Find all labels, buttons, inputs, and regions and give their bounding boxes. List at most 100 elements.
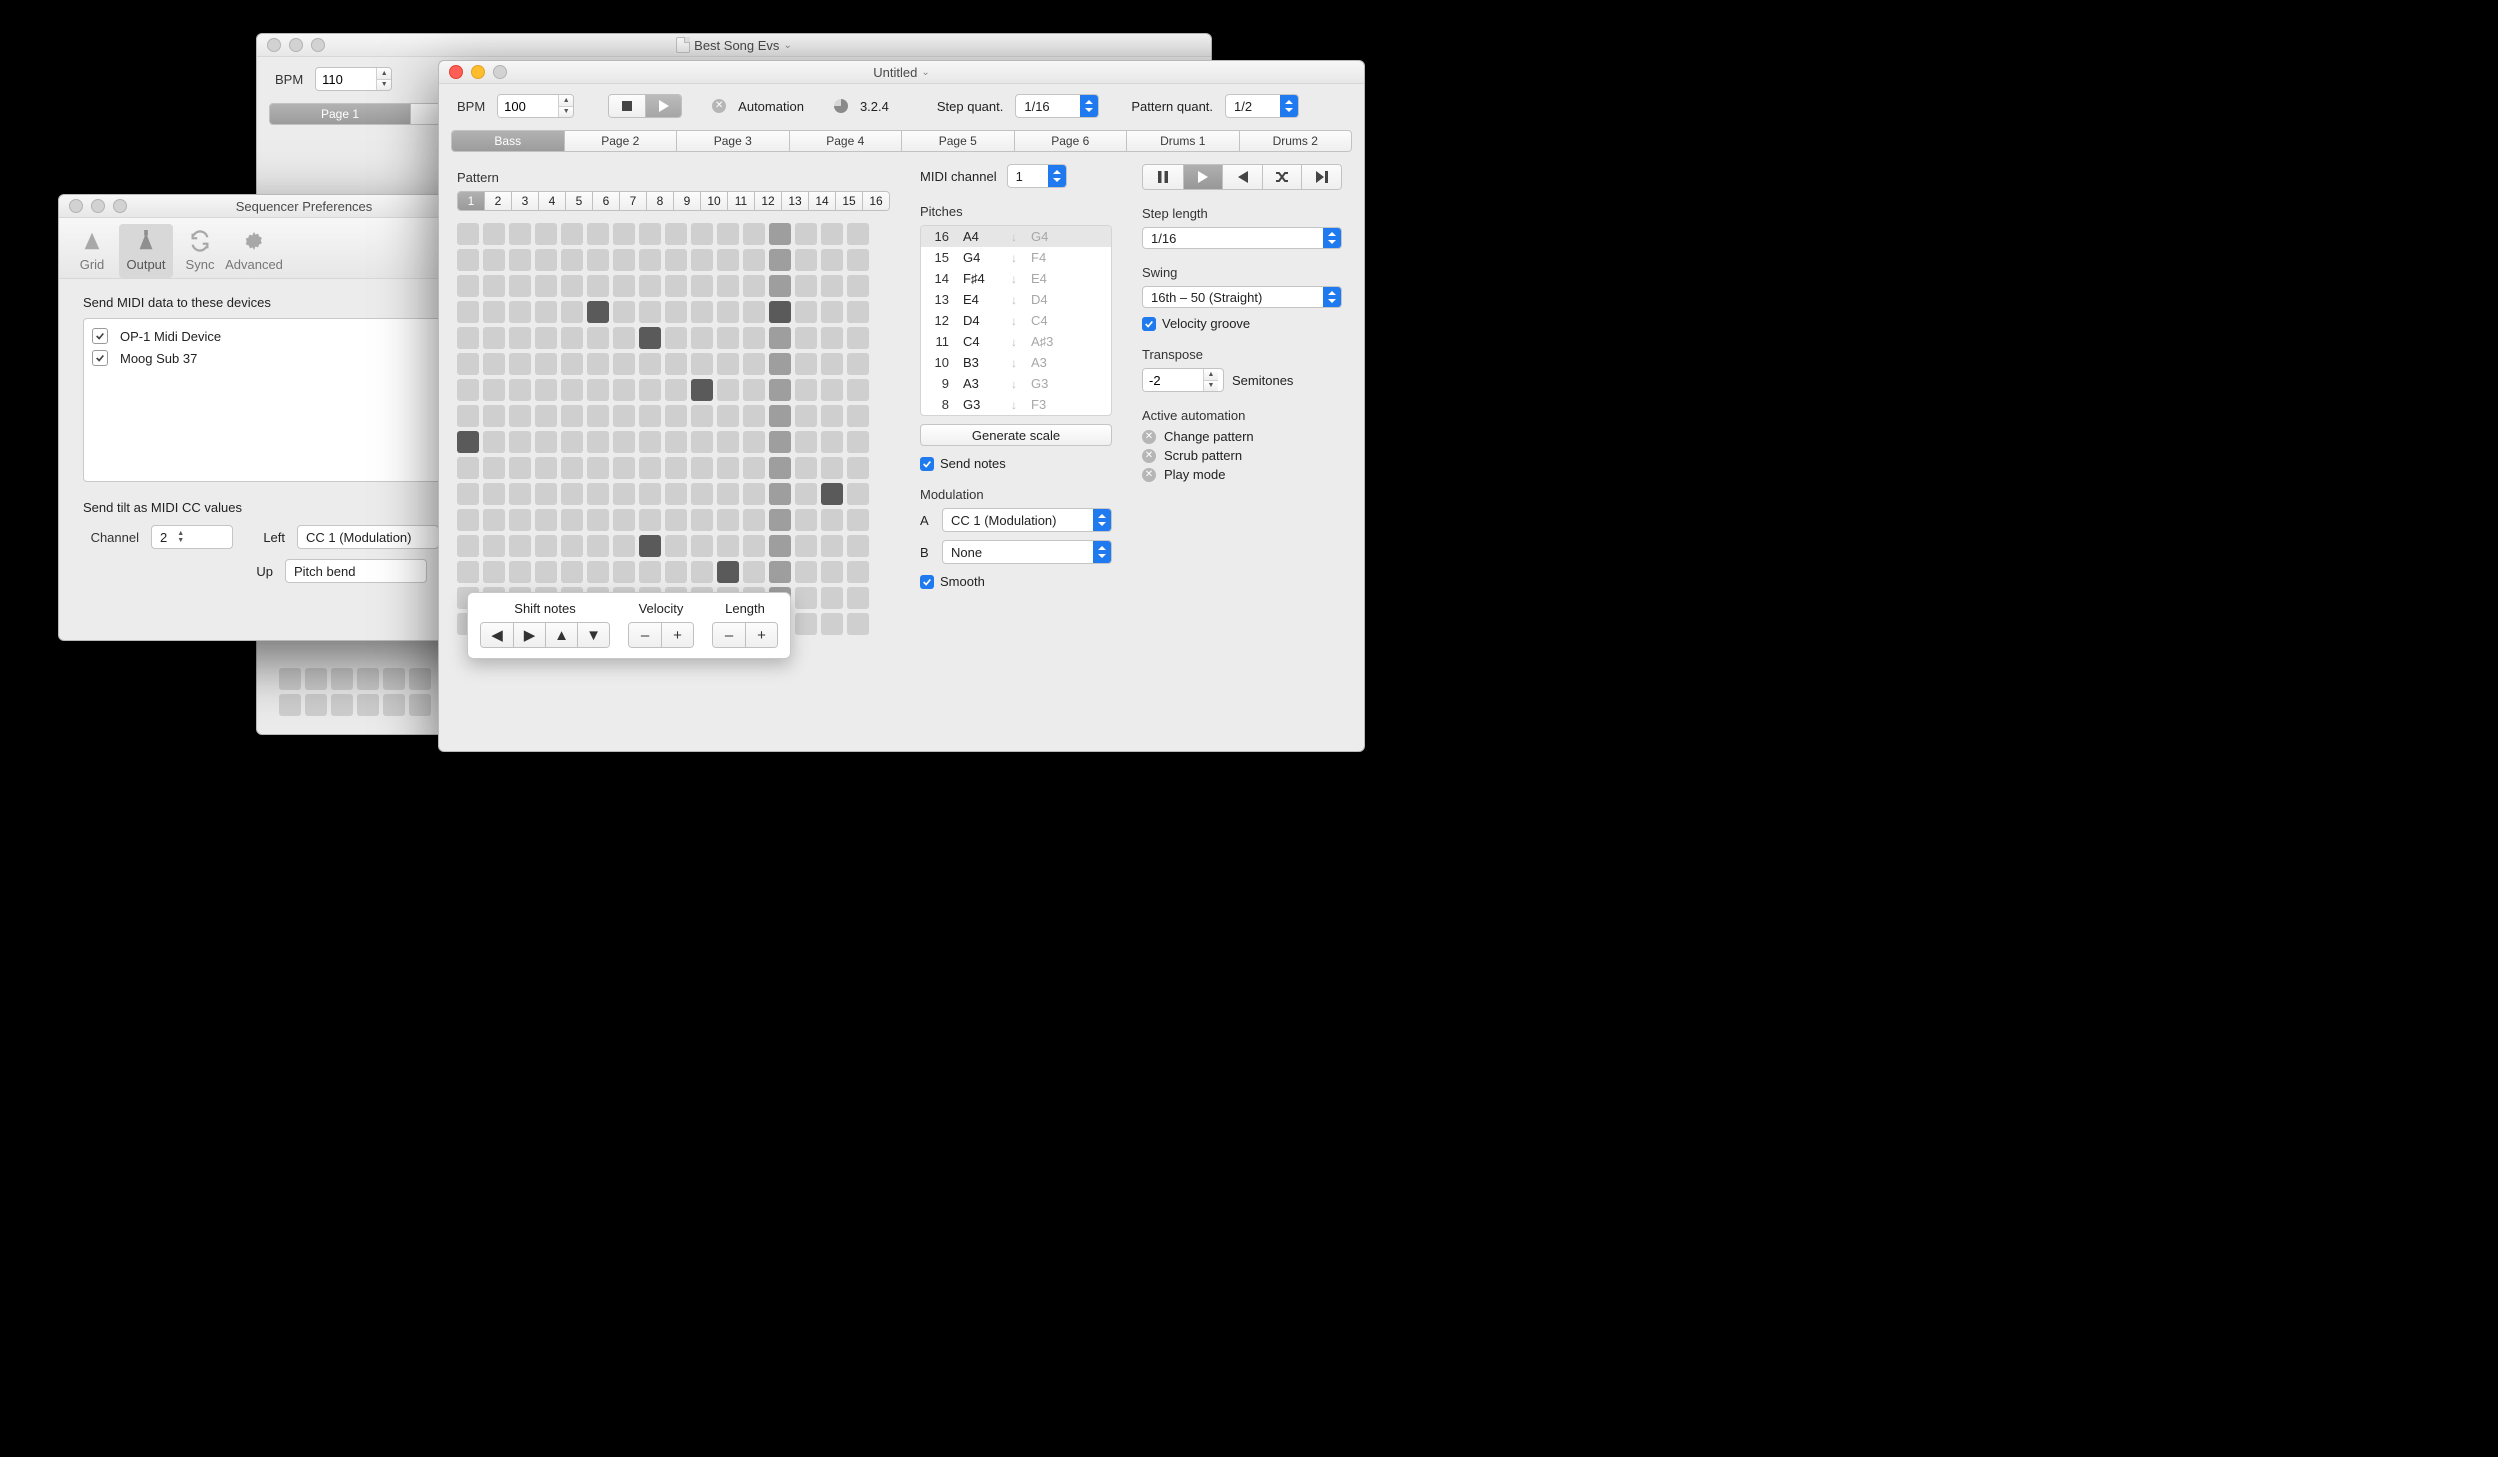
grid-cell[interactable] bbox=[769, 223, 791, 245]
grid-cell[interactable] bbox=[665, 483, 687, 505]
pitch-row[interactable]: 12D4↓C4 bbox=[921, 310, 1111, 331]
grid-cell[interactable] bbox=[587, 379, 609, 401]
pattern-num-8[interactable]: 8 bbox=[646, 192, 673, 210]
grid-cell[interactable] bbox=[457, 327, 479, 349]
generate-scale-button[interactable]: Generate scale bbox=[920, 424, 1112, 446]
remove-icon[interactable]: ✕ bbox=[1142, 468, 1156, 482]
checkbox[interactable] bbox=[92, 328, 108, 344]
pattern-num-5[interactable]: 5 bbox=[565, 192, 592, 210]
grid-cell[interactable] bbox=[665, 275, 687, 297]
grid-cell[interactable] bbox=[639, 301, 661, 323]
grid-cell[interactable] bbox=[795, 587, 817, 609]
grid-cell[interactable] bbox=[665, 561, 687, 583]
automation-item[interactable]: ✕Play mode bbox=[1142, 467, 1342, 482]
grid-cell[interactable] bbox=[509, 379, 531, 401]
grid-cell[interactable] bbox=[743, 535, 765, 557]
grid-cell[interactable] bbox=[561, 561, 583, 583]
grid-cell[interactable] bbox=[743, 483, 765, 505]
grid-cell[interactable] bbox=[847, 613, 869, 635]
grid-cell[interactable] bbox=[587, 535, 609, 557]
pause-button[interactable] bbox=[1143, 165, 1183, 189]
grid-cell[interactable] bbox=[769, 457, 791, 479]
grid-cell[interactable] bbox=[691, 275, 713, 297]
pattern-num-2[interactable]: 2 bbox=[484, 192, 511, 210]
mod-b-select[interactable]: None bbox=[942, 540, 1112, 564]
close-icon[interactable] bbox=[449, 65, 463, 79]
bpm-input[interactable]: ▲▼ bbox=[315, 67, 392, 91]
grid-cell[interactable] bbox=[509, 535, 531, 557]
grid-cell[interactable] bbox=[717, 509, 739, 531]
grid-cell[interactable] bbox=[457, 457, 479, 479]
pitch-row[interactable]: 9A3↓G3 bbox=[921, 373, 1111, 394]
play-button[interactable] bbox=[1183, 165, 1223, 189]
grid-cell[interactable] bbox=[613, 301, 635, 323]
grid-cell[interactable] bbox=[483, 561, 505, 583]
grid-cell[interactable] bbox=[795, 301, 817, 323]
grid-cell[interactable] bbox=[483, 483, 505, 505]
pattern-quant-select[interactable]: 1/2 bbox=[1225, 94, 1299, 118]
tab-page-5[interactable]: Page 5 bbox=[901, 131, 1014, 151]
shift-left-button[interactable]: ◀ bbox=[481, 623, 513, 647]
grid-cell[interactable] bbox=[847, 353, 869, 375]
stop-button[interactable] bbox=[609, 95, 645, 117]
grid-cell[interactable] bbox=[561, 275, 583, 297]
grid-cell[interactable] bbox=[691, 561, 713, 583]
grid-cell[interactable] bbox=[665, 379, 687, 401]
tab-grid[interactable]: Grid bbox=[65, 224, 119, 278]
grid-cell[interactable] bbox=[587, 405, 609, 427]
grid-cell[interactable] bbox=[665, 223, 687, 245]
grid-cell[interactable] bbox=[743, 431, 765, 453]
automation-item[interactable]: ✕Scrub pattern bbox=[1142, 448, 1342, 463]
tab-page-1[interactable]: Page 1 bbox=[270, 104, 410, 124]
grid-cell[interactable] bbox=[847, 509, 869, 531]
velocity-groove-checkbox[interactable]: Velocity groove bbox=[1142, 316, 1342, 331]
grid-cell[interactable] bbox=[743, 457, 765, 479]
pattern-num-9[interactable]: 9 bbox=[673, 192, 700, 210]
grid-cell[interactable] bbox=[795, 509, 817, 531]
grid-cell[interactable] bbox=[821, 457, 843, 479]
grid-cell[interactable] bbox=[665, 431, 687, 453]
pattern-num-11[interactable]: 11 bbox=[727, 192, 754, 210]
grid-cell[interactable] bbox=[587, 431, 609, 453]
grid-cell[interactable] bbox=[613, 483, 635, 505]
left-cc-select[interactable]: CC 1 (Modulation) bbox=[297, 525, 439, 549]
grid-cell[interactable] bbox=[743, 405, 765, 427]
pattern-num-12[interactable]: 12 bbox=[754, 192, 781, 210]
grid-cell[interactable] bbox=[665, 535, 687, 557]
bpm-input[interactable]: ▲▼ bbox=[497, 94, 574, 118]
grid-cell[interactable] bbox=[795, 379, 817, 401]
grid-cell[interactable] bbox=[821, 483, 843, 505]
grid-cell[interactable] bbox=[821, 561, 843, 583]
grid-cell[interactable] bbox=[639, 431, 661, 453]
grid-cell[interactable] bbox=[769, 353, 791, 375]
next-button[interactable] bbox=[1301, 165, 1341, 189]
close-icon[interactable] bbox=[69, 199, 83, 213]
grid-cell[interactable] bbox=[561, 327, 583, 349]
grid-cell[interactable] bbox=[613, 405, 635, 427]
grid-cell[interactable] bbox=[795, 223, 817, 245]
grid-cell[interactable] bbox=[535, 301, 557, 323]
grid-cell[interactable] bbox=[457, 249, 479, 271]
tab-advanced[interactable]: Advanced bbox=[227, 224, 281, 278]
tab-drums-2[interactable]: Drums 2 bbox=[1239, 131, 1352, 151]
grid-cell[interactable] bbox=[665, 405, 687, 427]
grid-cell[interactable] bbox=[717, 483, 739, 505]
grid-cell[interactable] bbox=[561, 223, 583, 245]
grid-cell[interactable] bbox=[587, 249, 609, 271]
checkbox[interactable] bbox=[92, 350, 108, 366]
prev-button[interactable] bbox=[1222, 165, 1262, 189]
length-plus-button[interactable]: + bbox=[745, 623, 777, 647]
grid-cell[interactable] bbox=[795, 405, 817, 427]
grid-cell[interactable] bbox=[743, 509, 765, 531]
grid-cell[interactable] bbox=[847, 431, 869, 453]
grid-cell[interactable] bbox=[769, 327, 791, 349]
grid-cell[interactable] bbox=[821, 327, 843, 349]
grid-cell[interactable] bbox=[743, 223, 765, 245]
grid-cell[interactable] bbox=[509, 431, 531, 453]
minimize-icon[interactable] bbox=[471, 65, 485, 79]
swing-select[interactable]: 16th – 50 (Straight) bbox=[1142, 286, 1342, 308]
grid-cell[interactable] bbox=[561, 509, 583, 531]
grid-cell[interactable] bbox=[769, 431, 791, 453]
grid-cell[interactable] bbox=[535, 275, 557, 297]
grid-cell[interactable] bbox=[639, 405, 661, 427]
